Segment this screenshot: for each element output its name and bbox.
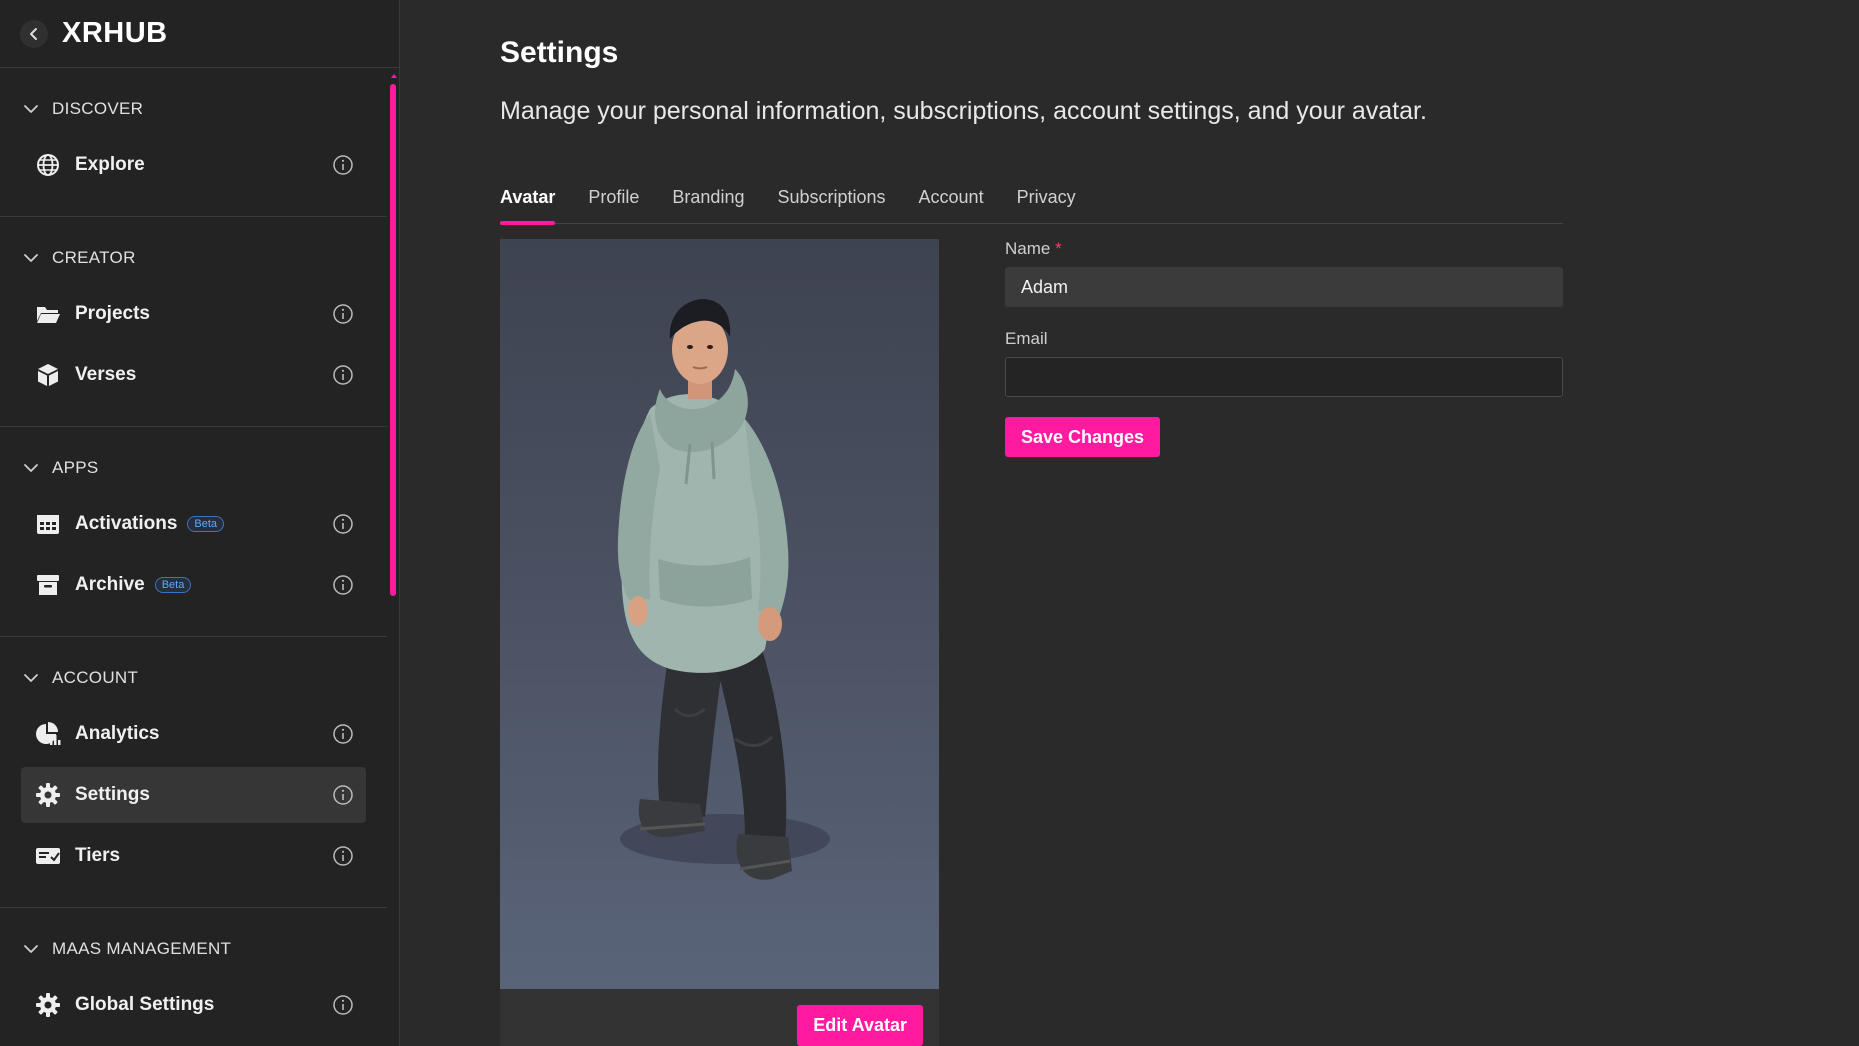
chevron-down-icon	[24, 945, 38, 953]
gear-icon	[35, 992, 61, 1018]
avatar-preview[interactable]	[500, 239, 939, 989]
sidebar-item-label: Archive	[75, 574, 145, 595]
section-title: MAAS MANAGEMENT	[52, 939, 232, 958]
ticket-icon	[35, 843, 61, 869]
section-account: ACCOUNT Analytics Settings Tiers	[0, 637, 387, 908]
section-maas-management: MAAS MANAGEMENT Global Settings	[0, 908, 387, 1046]
section-apps: APPS Activations Beta Archive Beta	[0, 427, 387, 637]
name-label-text: Name	[1005, 239, 1051, 258]
sidebar-item-archive[interactable]: Archive Beta	[21, 557, 366, 613]
name-input[interactable]	[1005, 267, 1563, 307]
info-icon[interactable]	[332, 154, 354, 176]
sidebar-item-label: Settings	[75, 784, 150, 805]
sidebar-item-verses[interactable]: Verses	[21, 347, 366, 403]
tab-branding[interactable]: Branding	[672, 180, 744, 224]
sidebar-item-label: Tiers	[75, 845, 121, 866]
save-changes-button[interactable]: Save Changes	[1005, 417, 1161, 457]
info-icon[interactable]	[332, 574, 354, 596]
globe-icon	[35, 152, 61, 178]
info-icon[interactable]	[332, 784, 354, 806]
chevron-down-icon	[24, 464, 38, 472]
scroll-up-arrow-icon[interactable]	[391, 74, 397, 78]
sidebar-item-label: Projects	[75, 303, 150, 324]
section-header-account[interactable]: ACCOUNT	[0, 653, 387, 703]
section-header-creator[interactable]: CREATOR	[0, 233, 387, 283]
sidebar-nav: DISCOVER Explore CREATOR Projects Verses…	[0, 68, 387, 1046]
chevron-left-icon	[30, 27, 37, 40]
tab-account[interactable]: Account	[919, 180, 984, 224]
sidebar-item-tiers[interactable]: Tiers	[21, 828, 366, 884]
sidebar-item-label: Activations	[75, 513, 178, 534]
sidebar-item-global-settings[interactable]: Global Settings	[21, 977, 366, 1033]
main-content: Settings Manage your personal informatio…	[500, 0, 1563, 1046]
scrollbar-thumb[interactable]	[390, 84, 396, 596]
edit-avatar-button[interactable]: Edit Avatar	[797, 1005, 923, 1046]
back-button[interactable]	[20, 19, 48, 48]
beta-badge: Beta	[154, 577, 192, 593]
info-icon[interactable]	[332, 303, 354, 325]
email-label: Email	[1005, 329, 1048, 348]
page-title: Settings	[500, 36, 619, 69]
folder-icon	[35, 301, 61, 327]
section-creator: CREATOR Projects Verses	[0, 217, 387, 427]
app-title: XRHUB	[62, 17, 168, 49]
section-header-apps[interactable]: APPS	[0, 443, 387, 493]
chevron-down-icon	[24, 674, 38, 682]
profile-form: Name * Email Save Changes	[1005, 239, 1563, 457]
info-icon[interactable]	[332, 723, 354, 745]
sidebar-item-explore[interactable]: Explore	[21, 137, 366, 193]
section-title: DISCOVER	[52, 99, 144, 118]
sidebar-scrollbar[interactable]	[387, 68, 400, 1046]
sidebar-item-projects[interactable]: Projects	[21, 286, 366, 342]
chevron-down-icon	[24, 105, 38, 113]
section-title: APPS	[52, 458, 99, 477]
sidebar-item-analytics[interactable]: Analytics	[21, 706, 366, 762]
tab-avatar[interactable]: Avatar	[500, 180, 556, 225]
gear-icon	[35, 782, 61, 808]
page-description: Manage your personal information, subscr…	[500, 97, 1427, 125]
sidebar-item-label: Verses	[75, 364, 137, 385]
calendar-icon	[35, 511, 61, 537]
sidebar-item-activations[interactable]: Activations Beta	[21, 496, 366, 552]
email-input[interactable]	[1005, 357, 1563, 397]
section-discover: DISCOVER Explore	[0, 68, 387, 217]
sidebar-item-settings[interactable]: Settings	[21, 767, 366, 823]
sidebar: XRHUB DISCOVER Explore CREATOR Projects …	[0, 0, 400, 1046]
info-icon[interactable]	[332, 994, 354, 1016]
tab-profile[interactable]: Profile	[588, 180, 639, 224]
sidebar-item-label: Analytics	[75, 723, 160, 744]
sidebar-item-label: Explore	[75, 154, 145, 175]
info-icon[interactable]	[332, 845, 354, 867]
section-header-maas-management[interactable]: MAAS MANAGEMENT	[0, 924, 387, 974]
sidebar-header: XRHUB	[0, 0, 399, 68]
avatar-figure	[617, 299, 830, 880]
cube-icon	[35, 362, 61, 388]
settings-tabs: Avatar Profile Branding Subscriptions Ac…	[500, 180, 1563, 225]
beta-badge: Beta	[187, 516, 225, 532]
tab-privacy[interactable]: Privacy	[1017, 180, 1076, 224]
chevron-down-icon	[24, 254, 38, 262]
sidebar-item-label: Global Settings	[75, 994, 215, 1015]
name-label: Name *	[1005, 239, 1563, 259]
tab-subscriptions[interactable]: Subscriptions	[777, 180, 885, 224]
archive-box-icon	[35, 572, 61, 598]
info-icon[interactable]	[332, 513, 354, 535]
required-mark: *	[1055, 239, 1062, 258]
section-title: ACCOUNT	[52, 668, 139, 687]
avatar-footer: Edit Avatar	[500, 989, 939, 1046]
section-header-discover[interactable]: DISCOVER	[0, 84, 387, 134]
section-title: CREATOR	[52, 248, 136, 267]
info-icon[interactable]	[332, 364, 354, 386]
pie-chart-icon	[35, 721, 61, 747]
